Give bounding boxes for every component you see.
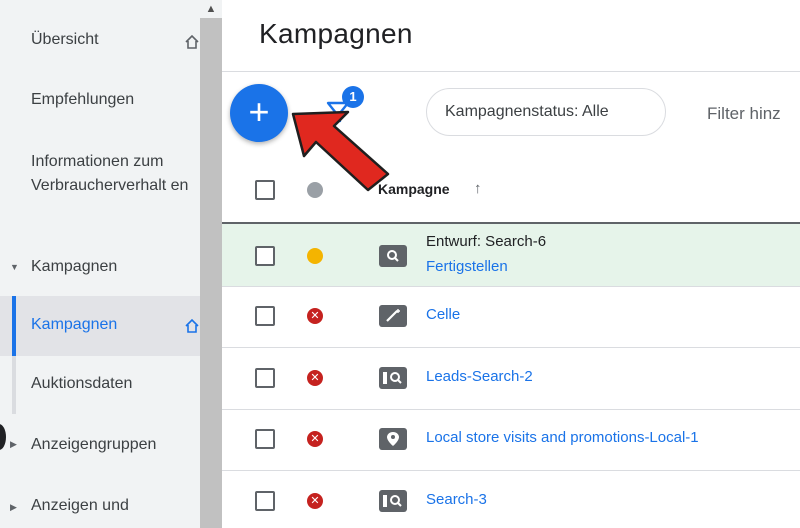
removed-status-icon: ✕ — [307, 370, 323, 386]
sidebar-item-label: Empfehlungen — [31, 91, 135, 108]
row-checkbox[interactable] — [255, 368, 275, 388]
row-checkbox[interactable] — [255, 491, 275, 511]
sidebar-item-verbraucherverhalten[interactable]: Informationen zum Verbraucherverhalt en — [0, 146, 200, 222]
campaign-link[interactable]: Local store visits and promotions-Local-… — [426, 429, 699, 446]
campaign-link[interactable]: Celle — [426, 306, 460, 323]
filter-count-badge: 1 — [342, 86, 364, 108]
scrollbar-thumb[interactable] — [200, 18, 222, 528]
removed-status-icon: ✕ — [307, 493, 323, 509]
add-filter-button[interactable]: Filter hinz — [707, 104, 781, 124]
caret-right-icon: ▶ — [10, 502, 17, 512]
sidebar-item-label: Informationen zum Verbraucherverhalt en — [31, 153, 189, 194]
home-icon — [185, 319, 199, 333]
sidebar-group-kampagnen[interactable]: ▼ Kampagnen — [0, 253, 200, 283]
row-divider — [222, 347, 800, 348]
campaign-name: Entwurf: Search-6 — [426, 233, 547, 250]
select-all-checkbox[interactable] — [255, 180, 275, 200]
sidebar-item-label: Auktionsdaten — [31, 375, 133, 392]
finish-draft-link[interactable]: Fertigstellen — [426, 258, 508, 275]
page-title: Kampagnen — [259, 18, 413, 49]
row-divider — [222, 409, 800, 410]
home-icon — [185, 35, 199, 49]
sort-ascending-icon[interactable]: ↑ — [474, 180, 482, 197]
draft-status-icon — [307, 248, 323, 264]
removed-status-icon: ✕ — [307, 431, 323, 447]
search-campaign-icon — [379, 490, 407, 512]
row-divider — [222, 286, 800, 287]
row-divider — [222, 470, 800, 471]
sidebar-item-anzeigen[interactable]: ▶ Anzeigen und — [0, 492, 200, 522]
search-campaign-icon — [379, 367, 407, 389]
annotation-arrow-icon — [291, 110, 390, 192]
status-filter-chip[interactable]: Kampagnenstatus: Alle — [426, 88, 666, 136]
new-campaign-button[interactable]: + — [230, 84, 288, 142]
row-checkbox[interactable] — [255, 306, 275, 326]
campaign-link[interactable]: Leads-Search-2 — [426, 368, 533, 385]
search-campaign-icon — [379, 245, 407, 267]
sidebar-item-anzeigengruppen[interactable]: ▶ Anzeigengruppen — [0, 430, 200, 460]
sidebar-item-auktionsdaten[interactable]: Auktionsdaten — [0, 356, 200, 414]
campaign-link[interactable]: Search-3 — [426, 491, 487, 508]
google-ads-screen: Übersicht Empfehlungen Informationen zum… — [0, 0, 800, 528]
row-checkbox[interactable] — [255, 246, 275, 266]
row-checkbox[interactable] — [255, 429, 275, 449]
sidebar-item-uebersicht[interactable]: Übersicht — [0, 26, 200, 56]
caret-right-icon: ▶ — [10, 439, 17, 449]
sidebar-item-kampagnen-active[interactable]: Kampagnen — [0, 296, 200, 356]
divider — [222, 71, 800, 72]
scroll-up-icon[interactable]: ▲ — [203, 2, 219, 16]
sidebar-item-label: Kampagnen — [31, 258, 118, 275]
sidebar-nav: Übersicht Empfehlungen Informationen zum… — [0, 0, 200, 528]
local-campaign-icon — [379, 428, 407, 450]
main-content: Kampagnen + 1 Kampagnenstatus: Alle Filt… — [222, 0, 800, 528]
smart-campaign-icon — [379, 305, 407, 327]
subnav-line — [12, 356, 16, 414]
sidebar-item-empfehlungen[interactable]: Empfehlungen — [0, 86, 200, 116]
sidebar-item-label: Anzeigen und — [31, 497, 129, 514]
sidebar-item-label: Übersicht — [31, 31, 99, 48]
removed-status-icon: ✕ — [307, 308, 323, 324]
sidebar-item-label: Anzeigengruppen — [31, 436, 157, 453]
active-indicator — [12, 296, 16, 356]
caret-down-icon: ▼ — [10, 262, 19, 272]
sidebar-item-label: Kampagnen — [31, 316, 118, 333]
